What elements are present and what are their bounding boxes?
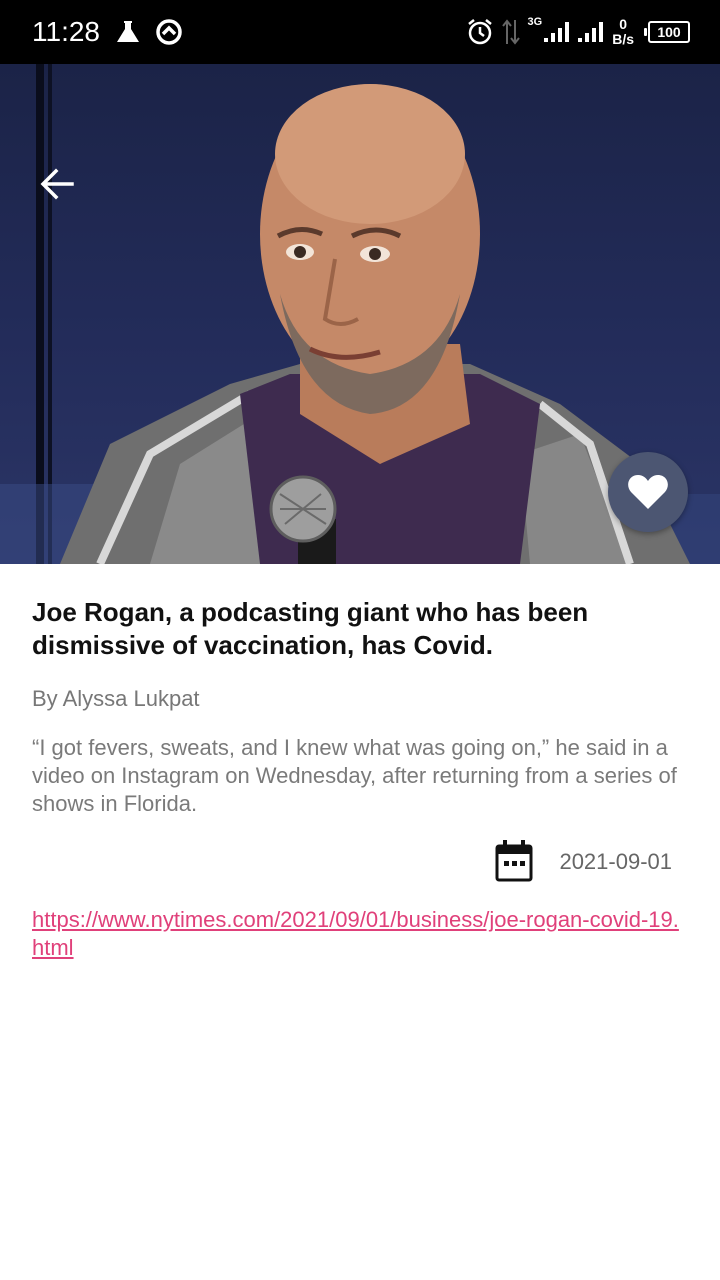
article-byline: By Alyssa Lukpat [32,686,200,711]
network-speed: 0 B/s [612,17,634,47]
article-title: Joe Rogan, a podcasting giant who has be… [32,597,589,660]
article-excerpt: “I got fevers, sweats, and I knew what w… [32,735,677,816]
signal-icon-1 [544,22,570,42]
status-left-icons [114,16,184,48]
battery-indicator: 100 [644,21,690,43]
status-bar: 11:28 3G 0 B/s 100 [0,0,720,64]
flask-icon [117,21,139,42]
data-saver-icon [156,19,182,45]
calendar-icon [495,840,533,882]
network-type: 3G [527,16,543,28]
alarm-icon [467,19,492,45]
back-button[interactable] [36,164,76,204]
article-date: 2021-09-01 [559,849,672,874]
speed-unit: B/s [612,31,634,47]
article-content: Joe Rogan, a podcasting giant who has be… [32,596,688,960]
data-transfer-icon [501,19,520,45]
speed-value: 0 [619,16,627,32]
status-time: 11:28 [32,16,100,47]
article-link[interactable]: https://www.nytimes.com/2021/09/01/busin… [32,906,688,962]
heart-icon [628,475,668,509]
arrow-left-icon [40,168,74,200]
signal-icon-2 [578,22,604,42]
date-row: 2021-09-01 [32,840,688,884]
status-right: 3G 0 B/s 100 [466,14,690,50]
favorite-button[interactable] [608,452,688,532]
